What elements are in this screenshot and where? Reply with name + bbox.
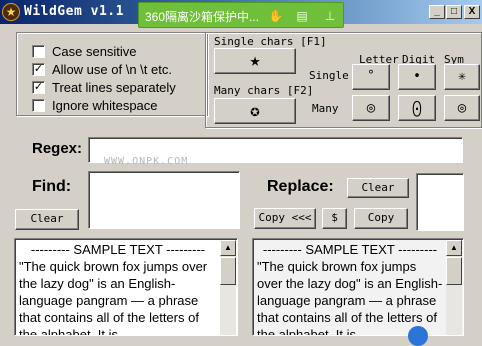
floating-assistant-icon[interactable] <box>408 326 428 346</box>
scroll-up-arrow-icon[interactable]: ▲ <box>220 240 236 256</box>
star-emblem-icon[interactable]: ★ <box>2 3 20 21</box>
watermark-text: WWW.ONPK.COM <box>104 156 189 167</box>
sample-left-body: "The quick brown fox jumps over the lazy… <box>19 259 208 336</box>
scroll-thumb[interactable] <box>220 257 236 285</box>
single-sym-button[interactable]: ✳ <box>444 64 480 90</box>
sample-left-header: --------- SAMPLE TEXT --------- <box>30 242 206 257</box>
replace-clear-button[interactable]: Clear <box>347 178 409 198</box>
window-title: WildGem v1.1 <box>24 4 124 19</box>
ignore-whitespace-checkbox[interactable] <box>32 99 45 112</box>
sample-right-header: --------- SAMPLE TEXT --------- <box>262 242 438 257</box>
sandbox-badge[interactable]: 360隔离沙箱保护中... ✋ ▤ ⊥ <box>138 2 344 28</box>
many-chars-button[interactable]: ✪ <box>214 98 296 124</box>
single-chars-button[interactable]: ★ <box>214 48 296 74</box>
single-letter-button[interactable]: ° <box>352 64 390 90</box>
allow-escapes-label[interactable]: Allow use of \n \t etc. <box>52 62 172 77</box>
hand-icon[interactable]: ✋ <box>267 7 285 25</box>
sandbox-badge-text: 360隔离沙箱保护中... <box>145 10 260 24</box>
scroll-up-arrow-icon[interactable]: ▲ <box>446 240 462 256</box>
minimize-button[interactable]: _ <box>429 5 445 19</box>
case-sensitive-checkbox[interactable] <box>32 45 45 58</box>
single-chars-header: Single chars [F1] <box>214 35 327 48</box>
single-digit-button[interactable]: • <box>398 64 436 90</box>
pin-icon[interactable]: ⊥ <box>321 7 339 25</box>
replace-label: Replace: <box>267 178 334 195</box>
many-chars-header: Many chars [F2] <box>214 84 314 97</box>
find-clear-button[interactable]: Clear <box>15 209 79 230</box>
copy-button[interactable]: Copy <box>354 208 408 229</box>
sample-right-scrollbar[interactable]: ▲ <box>446 240 462 335</box>
treat-lines-checkbox[interactable]: ✓ <box>32 81 45 94</box>
dollar-button[interactable]: $ <box>322 208 347 229</box>
sample-text-left[interactable]: --------- SAMPLE TEXT --------- "The qui… <box>14 238 238 336</box>
ignore-whitespace-label[interactable]: Ignore whitespace <box>52 98 158 113</box>
allow-escapes-checkbox[interactable]: ✓ <box>32 63 45 76</box>
many-digit-button[interactable]: ⨀ <box>398 95 436 121</box>
find-label: Find: <box>32 178 72 195</box>
regex-label: Regex: <box>32 140 83 157</box>
many-row-label: Many <box>312 102 339 115</box>
treat-lines-label[interactable]: Treat lines separately <box>52 80 176 95</box>
maximize-button[interactable]: □ <box>446 5 462 19</box>
scroll-thumb[interactable] <box>446 257 462 285</box>
replace-field[interactable] <box>416 173 464 231</box>
case-sensitive-label[interactable]: Case sensitive <box>52 44 137 59</box>
copy-back-button[interactable]: Copy <<< <box>254 208 316 229</box>
many-letter-button[interactable]: ◎ <box>352 95 390 121</box>
sample-left-scrollbar[interactable]: ▲ <box>220 240 236 335</box>
find-field[interactable] <box>88 171 240 229</box>
sample-text-right[interactable]: --------- SAMPLE TEXT --------- "The qui… <box>252 238 464 336</box>
many-sym-button[interactable]: ◎ <box>444 95 480 121</box>
close-button[interactable]: X <box>464 5 480 19</box>
single-row-label: Single <box>309 69 349 82</box>
folder-icon[interactable]: ▤ <box>293 7 311 25</box>
sample-right-body: "The quick brown fox jumps over the lazy… <box>257 259 443 336</box>
